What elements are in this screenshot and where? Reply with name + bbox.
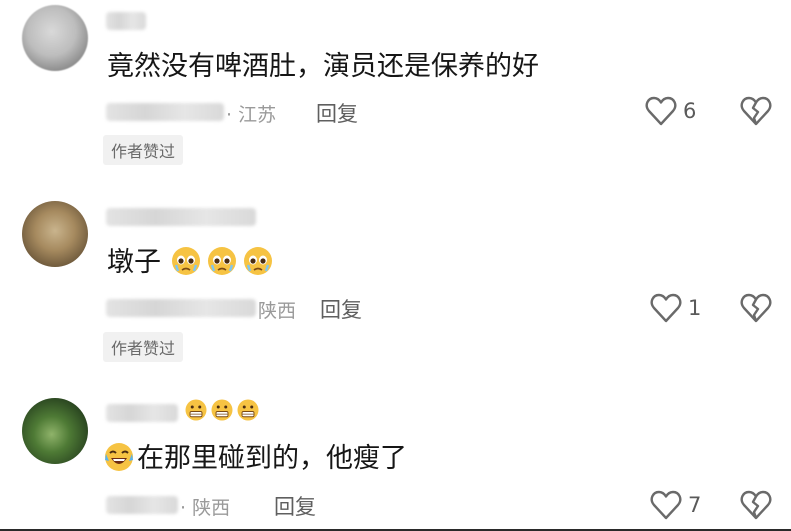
author-liked-badge: 作者赞过	[103, 135, 184, 165]
broken-heart-icon	[740, 490, 772, 520]
like-count: 6	[683, 99, 697, 123]
reply-button[interactable]: 回复	[274, 491, 316, 521]
dislike-button[interactable]	[740, 293, 772, 327]
location: · 陕西	[180, 497, 231, 519]
comment-text-label: 墩子	[107, 247, 161, 278]
username-blurred[interactable]	[106, 208, 256, 226]
broken-heart-icon	[740, 293, 772, 323]
like-count: 1	[688, 296, 702, 320]
username-blurred[interactable]	[106, 12, 146, 30]
reply-button[interactable]: 回复	[316, 98, 358, 128]
location: · 江苏	[226, 104, 277, 126]
heart-outline-icon	[650, 490, 682, 520]
author-liked-badge: 作者赞过	[103, 332, 184, 362]
pleading-face-emoji	[171, 247, 200, 275]
dislike-button[interactable]	[740, 490, 772, 524]
broken-heart-icon	[740, 96, 772, 126]
heart-outline-icon	[650, 293, 682, 323]
comment-text: 在那里碰到的，他瘦了	[103, 441, 407, 476]
timestamp-blurred	[106, 103, 224, 121]
avatar[interactable]	[22, 201, 88, 267]
pleading-face-emoji	[243, 247, 272, 275]
comment-text: 墩子	[107, 245, 278, 280]
username-emojis	[184, 398, 262, 422]
laughing-tears-emoji	[105, 443, 133, 471]
location: 陕西	[258, 300, 297, 322]
pleading-face-emoji	[207, 247, 236, 275]
reply-button[interactable]: 回复	[320, 294, 362, 324]
username-blurred[interactable]	[106, 404, 178, 422]
timestamp-blurred	[106, 299, 256, 317]
timestamp-blurred	[106, 496, 178, 514]
like-count: 7	[688, 493, 702, 517]
like-button[interactable]: 7	[650, 490, 701, 520]
avatar[interactable]	[22, 5, 88, 71]
heart-outline-icon	[645, 96, 677, 126]
like-button[interactable]: 6	[645, 96, 696, 126]
grimacing-face-emoji	[185, 399, 207, 421]
avatar[interactable]	[22, 398, 88, 464]
grimacing-face-emoji	[237, 399, 259, 421]
dislike-button[interactable]	[740, 96, 772, 130]
comment-text-label: 在那里碰到的，他瘦了	[137, 443, 407, 474]
like-button[interactable]: 1	[650, 293, 701, 323]
comment-text: 竟然没有啤酒肚，演员还是保养的好	[107, 51, 539, 82]
grimacing-face-emoji	[211, 399, 233, 421]
